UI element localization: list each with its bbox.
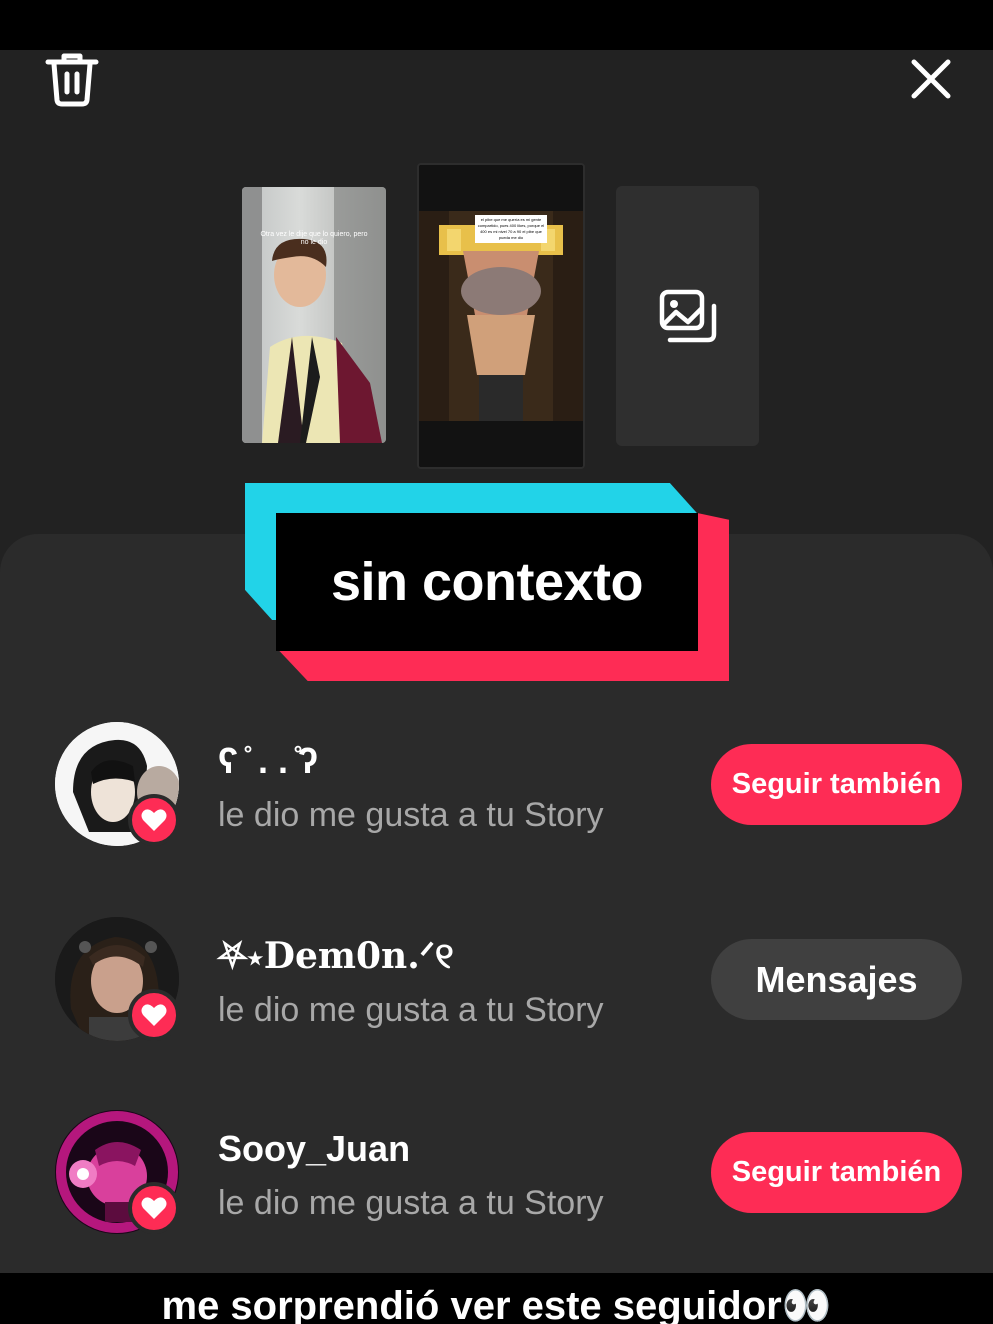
message-button[interactable]: Mensajes (711, 939, 962, 1020)
heart-icon (128, 989, 180, 1041)
activity-row[interactable]: ʕ ̊ . . ̊ʔ le dio me gusta a tu Story Se… (0, 722, 993, 852)
status-bar (0, 0, 993, 50)
gallery-icon (658, 286, 718, 351)
add-media-button[interactable] (616, 186, 759, 446)
overlay-tag-text: sin contexto (330, 552, 644, 612)
trash-icon[interactable] (44, 50, 100, 108)
activity-text: le dio me gusta a tu Story (218, 1184, 604, 1222)
heart-icon (128, 794, 180, 846)
username[interactable]: ⛧⋆Dem0n.ᐟ୧ (218, 935, 454, 978)
username[interactable]: ʕ ̊ . . ̊ʔ (218, 740, 318, 782)
heart-icon (128, 1182, 180, 1234)
follow-back-button[interactable]: Seguir también (711, 1132, 962, 1213)
story-thumbnail-2[interactable]: el pibe que me quería es mi gente compar… (417, 163, 585, 469)
follow-back-button[interactable]: Seguir también (711, 744, 962, 825)
close-icon[interactable] (906, 54, 956, 104)
activity-row[interactable]: Sooy_Juan le dio me gusta a tu Story Seg… (0, 1110, 993, 1240)
activity-text: le dio me gusta a tu Story (218, 991, 604, 1029)
username[interactable]: Sooy_Juan (218, 1128, 410, 1170)
overlay-tag: sin contexto (276, 513, 698, 651)
video-caption: me sorprendió ver este seguidor👀 (0, 1273, 993, 1324)
activity-text: le dio me gusta a tu Story (218, 796, 604, 834)
thumbnail-1-caption: Otra vez le dije que lo quiero, pero no … (260, 231, 368, 246)
activity-row[interactable]: ⛧⋆Dem0n.ᐟ୧ le dio me gusta a tu Story Me… (0, 917, 993, 1047)
thumbnail-2-caption: el pibe que me quería es mi gente compar… (475, 215, 547, 243)
story-thumbnail-1[interactable]: Otra vez le dije que lo quiero, pero no … (242, 187, 386, 443)
